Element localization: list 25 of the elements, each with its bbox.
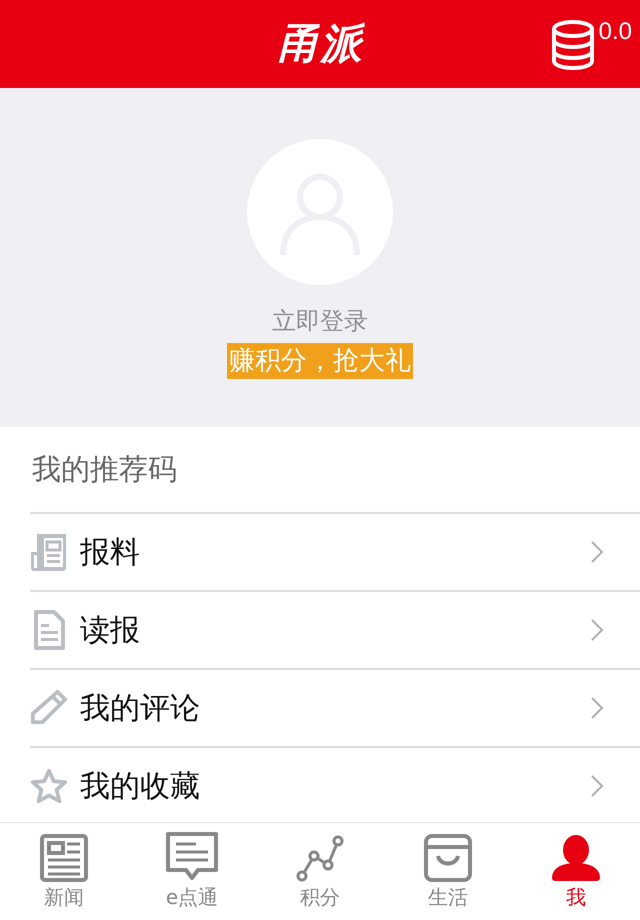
login-link[interactable]: 立即登录	[272, 305, 368, 337]
tab[interactable]: 积分	[256, 823, 384, 920]
menu-item[interactable]: 我的评论	[80, 688, 590, 728]
menu-item[interactable]: 报料	[80, 532, 590, 572]
tab[interactable]: 新闻	[0, 823, 128, 920]
chat-icon	[166, 832, 218, 882]
document-icon	[33, 610, 65, 650]
chevron-icon	[590, 774, 604, 798]
chevron-icon	[590, 696, 604, 720]
tab[interactable]: 我	[512, 823, 640, 920]
menu-item[interactable]: 读报	[80, 610, 590, 650]
newspaper-icon	[40, 834, 88, 882]
menu-item[interactable]: 我的推荐码	[32, 450, 604, 490]
newspaper-icon	[30, 532, 68, 572]
points-value: 0.0	[598, 18, 632, 46]
chevron-icon	[590, 618, 604, 642]
bag-icon	[424, 834, 472, 882]
star-icon	[30, 767, 68, 805]
menu-item[interactable]: 我的收藏	[80, 766, 590, 806]
tab[interactable]: e点通	[128, 823, 256, 920]
line-chart-icon	[296, 834, 344, 882]
coins-icon	[550, 20, 595, 70]
tab[interactable]: 生活	[384, 823, 512, 920]
chevron-icon	[590, 540, 604, 564]
person-icon	[552, 834, 600, 882]
